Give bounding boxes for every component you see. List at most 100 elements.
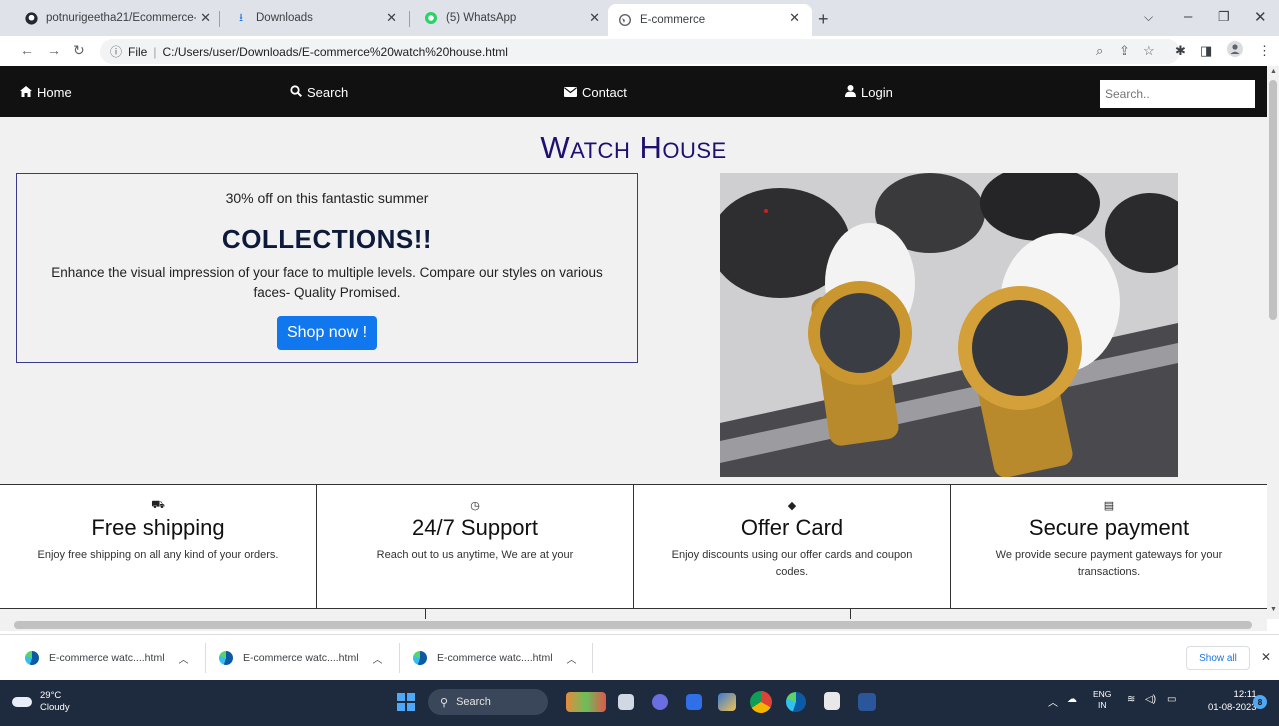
clock-date: 01-08-2023 (1208, 702, 1257, 713)
taskbar-search-label: Search (456, 696, 491, 708)
section-divider (850, 609, 851, 619)
tab-github[interactable]: potnurigeetha21/Ecommerce-fac ✕ (14, 4, 219, 32)
windows-taskbar: 29°C Cloudy ⚲ Search ︿ ☁ ENG IN ≋ ◁) ▭ 1… (0, 680, 1279, 726)
nav-home-label: Home (37, 85, 72, 100)
show-all-button[interactable]: Show all (1186, 646, 1250, 670)
zoom-icon[interactable]: ⌕ (1096, 43, 1103, 59)
side-panel-icon[interactable]: ◨ (1200, 43, 1212, 59)
edge-app-icon[interactable] (786, 692, 806, 712)
feature-secure-payment: ▤ Secure payment We provide secure payme… (951, 485, 1267, 608)
horizontal-scrollbar-thumb[interactable] (14, 621, 1252, 629)
address-bar[interactable]: ⓘ File | C:/Users/user/Downloads/E-comme… (100, 39, 1180, 64)
extensions-icon[interactable]: ✱ (1175, 43, 1186, 59)
page-viewport: Home Search Contact Login Watch House 30… (0, 66, 1267, 619)
browser-toolbar: ← → ↻ ⓘ File | C:/Users/user/Downloads/E… (0, 36, 1279, 66)
file-explorer-icon[interactable] (618, 694, 634, 710)
feature-title: Offer Card (740, 515, 844, 540)
tab-whatsapp[interactable]: (5) WhatsApp ✕ (414, 4, 612, 32)
tab-search-chevron-icon[interactable]: ⌵ (1144, 10, 1153, 25)
onedrive-sync-icon[interactable]: ☁ (1067, 694, 1077, 705)
weather-temperature: 29°C (40, 690, 62, 701)
word-app-icon[interactable] (858, 693, 876, 711)
promo-description: Enhance the visual impression of your fa… (51, 265, 603, 300)
close-shelf-icon[interactable]: ✕ (1261, 650, 1271, 664)
volume-icon[interactable]: ◁) (1145, 694, 1156, 705)
tab-downloads[interactable]: ⭳ Downloads ✕ (224, 4, 409, 32)
bookmark-star-icon[interactable]: ☆ (1143, 43, 1155, 59)
reload-icon[interactable]: ↻ (73, 42, 85, 59)
chevron-up-icon[interactable]: ︿ (373, 651, 383, 666)
system-clock[interactable]: 12:11 01-08-2023 (1208, 688, 1257, 714)
tab-ecommerce[interactable]: E-commerce ✕ (608, 4, 812, 36)
feature-free-shipping: ⛟ Free shipping Enjoy free shipping on a… (0, 485, 317, 608)
battery-icon[interactable]: ▭ (1167, 694, 1176, 705)
feature-description: Enjoy discounts using our offer cards an… (671, 549, 913, 578)
taskbar-search[interactable]: ⚲ Search (428, 689, 548, 715)
nav-contact[interactable]: Contact (564, 85, 627, 100)
chevron-up-icon[interactable]: ︿ (1048, 694, 1058, 709)
minimize-icon[interactable]: – (1184, 8, 1192, 25)
photos-app-icon[interactable] (718, 693, 736, 711)
scroll-up-icon[interactable]: ▲ (1270, 68, 1277, 75)
site-search-input[interactable] (1100, 80, 1255, 108)
close-icon[interactable]: ✕ (789, 10, 800, 26)
download-icon: ⭳ (239, 11, 243, 24)
tab-separator (219, 11, 220, 27)
features-row: ⛟ Free shipping Enjoy free shipping on a… (0, 484, 1267, 609)
chevron-up-icon[interactable]: ︿ (567, 651, 577, 666)
restore-icon[interactable]: ❐ (1218, 9, 1230, 25)
notepad-app-icon[interactable] (824, 692, 840, 710)
chrome-app-icon[interactable] (750, 691, 772, 713)
nav-home[interactable]: Home (20, 85, 72, 100)
profile-avatar-icon[interactable] (1227, 41, 1243, 60)
language-code: ENG (1093, 689, 1112, 699)
new-tab-button[interactable]: + (818, 9, 829, 30)
info-icon[interactable]: ⓘ (110, 43, 122, 60)
chevron-up-icon[interactable]: ︿ (179, 651, 189, 666)
menu-kebab-icon[interactable]: ⋮ (1258, 43, 1271, 59)
notification-badge[interactable]: 8 (1253, 695, 1267, 709)
url-text: C:/Users/user/Downloads/E-commerce%20wat… (162, 44, 508, 59)
search-icon: ⚲ (440, 696, 449, 709)
site-navbar: Home Search Contact Login (0, 66, 1267, 117)
share-icon[interactable]: ⇪ (1119, 43, 1130, 59)
download-item-label: E-commerce watc....html (49, 652, 165, 664)
feature-title: Free shipping (91, 515, 225, 540)
close-icon[interactable]: ✕ (386, 10, 397, 26)
back-icon[interactable]: ← (20, 42, 34, 58)
nav-login[interactable]: Login (845, 85, 893, 100)
user-icon (845, 85, 856, 100)
downloads-shelf: E-commerce watc....html ︿ E-commerce wat… (0, 634, 1279, 680)
windows-start-icon[interactable] (397, 693, 415, 711)
nav-search[interactable]: Search (290, 85, 348, 100)
divider (205, 643, 206, 673)
scheme-label: File (128, 44, 148, 59)
horizontal-scrollbar[interactable] (0, 619, 1267, 631)
download-item[interactable]: E-commerce watc....html ︿ (413, 645, 577, 671)
feature-description: Reach out to us anytime, We are at your (376, 549, 574, 561)
wifi-icon[interactable]: ≋ (1127, 694, 1135, 705)
section-divider (425, 609, 426, 619)
teams-chat-icon[interactable] (652, 694, 668, 710)
shop-now-button[interactable]: Shop now ! (276, 316, 378, 350)
forward-icon[interactable]: → (47, 42, 61, 58)
language-indicator[interactable]: ENG IN (1093, 689, 1111, 711)
dropbox-icon[interactable] (686, 694, 702, 710)
download-item-label: E-commerce watc....html (243, 652, 359, 664)
home-icon (20, 85, 32, 100)
download-item[interactable]: E-commerce watc....html ︿ (219, 645, 383, 671)
edge-html-file-icon (413, 651, 427, 665)
weather-description: Cloudy (40, 702, 70, 713)
search-icon (290, 85, 303, 100)
widgets-app-icon[interactable] (566, 692, 606, 712)
close-icon[interactable]: ✕ (200, 10, 211, 26)
download-item[interactable]: E-commerce watc....html ︿ (25, 645, 189, 671)
window-close-icon[interactable]: ✕ (1254, 8, 1267, 26)
close-icon[interactable]: ✕ (589, 10, 600, 26)
scroll-down-icon[interactable]: ▼ (1270, 606, 1277, 613)
vertical-scrollbar-thumb[interactable] (1269, 80, 1277, 320)
nav-search-label: Search (307, 85, 349, 100)
weather-widget[interactable]: 29°C Cloudy (12, 690, 70, 714)
vertical-scrollbar[interactable]: ▲ ▼ (1267, 66, 1279, 619)
feature-support: ◷ 24/7 Support Reach out to us anytime, … (317, 485, 634, 608)
